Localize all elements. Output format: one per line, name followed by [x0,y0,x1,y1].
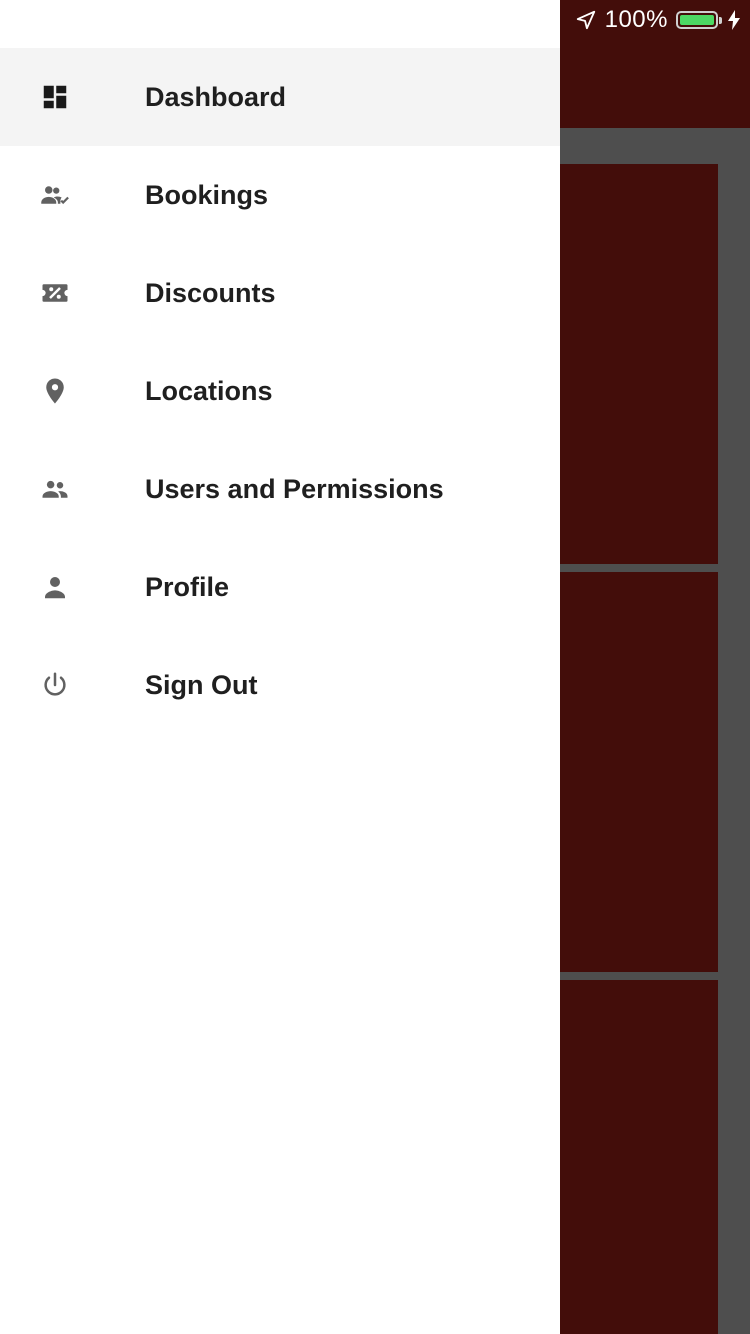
drawer-item-profile[interactable]: Profile [0,538,560,636]
background-card [560,980,718,1334]
battery-icon [676,11,722,29]
navigation-drawer: Dashboard Bookings Discounts Locations U [0,0,560,1334]
drawer-item-dashboard[interactable]: Dashboard [0,48,560,146]
battery-percent: 100% [604,6,668,33]
drawer-item-bookings[interactable]: Bookings [0,146,560,244]
drawer-item-label: Locations [145,375,273,406]
drawer-item-label: Users and Permissions [145,473,444,504]
person-icon [0,572,110,602]
discount-ticket-icon [0,278,110,308]
people-icon [0,474,110,504]
location-pin-icon [0,376,110,406]
drawer-item-label: Profile [145,571,230,602]
background-card [560,572,718,972]
status-bar: 100% [560,0,750,40]
drawer-item-label: Sign Out [145,669,258,700]
background-card [560,164,718,564]
people-check-icon [0,180,110,210]
location-arrow-icon [575,9,597,31]
drawer-item-locations[interactable]: Locations [0,342,560,440]
bolt-icon [728,10,740,30]
drawer-item-users-and-permissions[interactable]: Users and Permissions [0,440,560,538]
drawer-item-label: Bookings [145,179,269,210]
drawer-item-label: Discounts [145,277,276,308]
drawer-item-label: Dashboard [145,81,287,112]
drawer-item-discounts[interactable]: Discounts [0,244,560,342]
dashboard-icon [0,82,110,112]
drawer-item-sign-out[interactable]: Sign Out [0,636,560,734]
power-icon [0,670,110,700]
drawer-menu: Dashboard Bookings Discounts Locations U [0,48,560,734]
